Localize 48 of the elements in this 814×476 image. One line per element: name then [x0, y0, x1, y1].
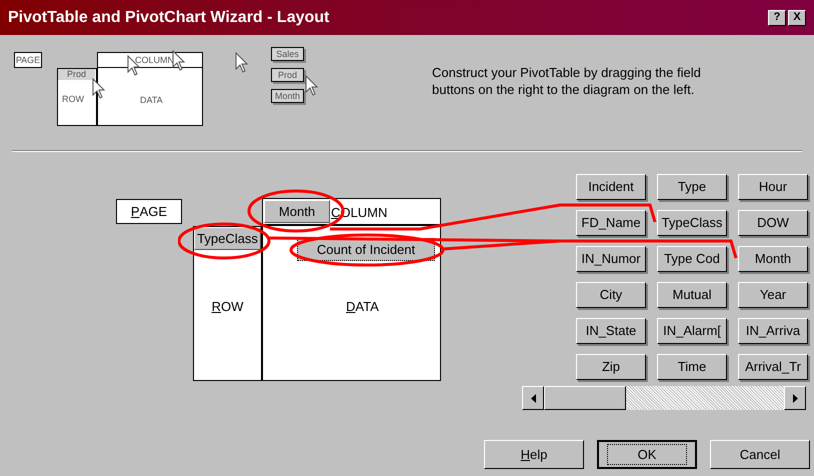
field-button[interactable]: Hour	[738, 174, 808, 200]
field-button[interactable]: IN_State	[576, 318, 646, 344]
scroll-left-button[interactable]	[522, 386, 544, 410]
row-area[interactable]: TypeClass ROW	[193, 226, 262, 381]
illustration-label: Month	[274, 92, 300, 100]
cursor-icon	[172, 50, 186, 72]
field-button[interactable]: TypeClass	[657, 210, 727, 236]
field-button[interactable]: IN_Arriva	[738, 318, 808, 344]
illustration-label: Prod	[66, 70, 86, 79]
scroll-thumb[interactable]	[544, 386, 626, 410]
page-area[interactable]: PAGE	[116, 199, 182, 224]
row-label: ROW	[212, 298, 244, 316]
illustration-label: ROW	[62, 95, 84, 104]
field-button[interactable]: Type	[657, 174, 727, 200]
window-title: PivotTable and PivotChart Wizard - Layout	[8, 8, 330, 28]
field-button[interactable]: City	[576, 282, 646, 308]
right-arrow-icon	[792, 394, 798, 402]
illustration-label: Sales	[276, 50, 299, 58]
field-button[interactable]: Arrival_Tr	[738, 354, 808, 380]
field-button[interactable]: FD_Name	[576, 210, 646, 236]
column-field-button[interactable]: Month	[264, 200, 330, 223]
field-button[interactable]: Type Cod	[657, 246, 727, 272]
instructions-text: Construct your PivotTable by dragging the field buttons on the right to the diagram on the left.	[432, 64, 702, 98]
left-arrow-icon	[530, 394, 536, 402]
dialog-button[interactable]: Cancel	[710, 440, 810, 469]
field-button[interactable]: Year	[738, 282, 808, 308]
dialog-button[interactable]: OK	[597, 440, 697, 469]
field-button[interactable]: DOW	[738, 210, 808, 236]
field-button[interactable]: Incident	[576, 174, 646, 200]
cursor-icon	[235, 52, 249, 74]
illustration-label: Prod	[278, 70, 297, 80]
field-button[interactable]: IN_Alarm[	[657, 318, 727, 344]
field-button[interactable]: IN_Numor	[576, 246, 646, 272]
field-button[interactable]: Zip	[576, 354, 646, 380]
cursor-icon	[92, 78, 106, 100]
data-label: DATA	[346, 298, 379, 316]
illustration-label: PAGE	[16, 56, 40, 64]
help-button[interactable]: ?	[768, 10, 786, 26]
illustration-label: DATA	[140, 96, 163, 105]
field-button[interactable]: Mutual	[657, 282, 727, 308]
row-field-button[interactable]: TypeClass	[194, 227, 261, 250]
scroll-right-button[interactable]	[784, 386, 806, 410]
cursor-icon	[305, 75, 319, 97]
field-button[interactable]: Month	[738, 246, 808, 272]
field-button[interactable]: Time	[657, 354, 727, 380]
horizontal-scrollbar[interactable]	[522, 386, 806, 410]
close-button[interactable]: X	[788, 10, 806, 26]
dialog-button[interactable]: Help	[484, 440, 584, 469]
